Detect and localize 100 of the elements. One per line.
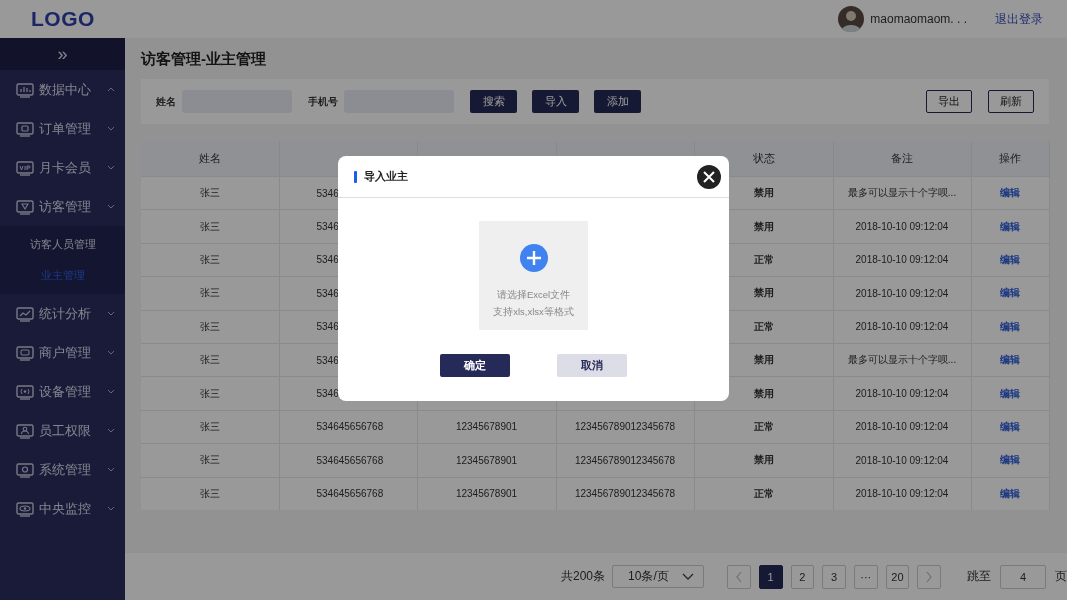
table-cell: 张三 — [141, 276, 279, 311]
cancel-button[interactable]: 取消 — [557, 354, 627, 377]
table-cell: 2018-10-10 09:12:04 — [833, 410, 971, 444]
sidebar-item[interactable]: 中央监控 — [0, 489, 125, 528]
submenu-item[interactable]: 访客人员管理 — [0, 229, 125, 260]
page-button[interactable]: 3 — [822, 564, 846, 589]
table-cell: 123456789012345678 — [556, 410, 694, 444]
table-cell: 12345678901 — [417, 410, 556, 444]
table-cell: 123456789012345678 — [556, 443, 694, 477]
edit-link[interactable]: 编辑 — [1000, 487, 1020, 499]
action-button[interactable]: 搜索 — [470, 90, 517, 113]
table-cell: 正常 — [694, 410, 833, 444]
outline-button[interactable]: 刷新 — [988, 90, 1034, 113]
page-input[interactable]: 4 — [1000, 564, 1047, 589]
upload-hint: 请选择Excel文件 — [496, 288, 571, 302]
table-cell: 534645656768 — [279, 477, 417, 510]
monitor-icon — [16, 120, 34, 137]
table-cell: 最多可以显示十个字呗... — [833, 176, 971, 210]
table-cell: 12345678901 — [417, 477, 556, 510]
action-button[interactable]: 添加 — [594, 90, 641, 113]
table-cell: 123456789012345678 — [556, 477, 694, 510]
total-count: 共200条 — [561, 568, 606, 585]
logout-link[interactable]: 退出登录 — [995, 10, 1043, 28]
monitor-icon — [16, 383, 34, 400]
table-cell: 张三 — [141, 477, 279, 510]
page-title: 访客管理-业主管理 — [141, 49, 267, 69]
table-cell: 2018-10-10 09:12:04 — [833, 477, 971, 510]
page-button[interactable]: ··· — [853, 564, 878, 589]
column-header: 备注 — [833, 141, 971, 177]
monitor-icon — [16, 422, 34, 439]
prev-page-button[interactable] — [727, 564, 751, 589]
sidebar-item[interactable]: 数据中心 — [0, 70, 125, 109]
table-cell: 张三 — [141, 443, 279, 477]
upload-formats: 支持xls,xlsx等格式 — [493, 305, 574, 319]
edit-link[interactable]: 编辑 — [1000, 320, 1020, 332]
table-cell: 张三 — [141, 376, 279, 411]
table-cell: 最多可以显示十个字呗... — [833, 343, 971, 377]
chevron-down-icon — [682, 573, 695, 580]
field-label: 手机号 — [308, 94, 338, 109]
page-button[interactable]: 1 — [758, 564, 783, 589]
table-cell: 张三 — [141, 343, 279, 377]
plus-icon — [519, 244, 548, 272]
upload-area[interactable]: 请选择Excel文件 支持xls,xlsx等格式 — [479, 221, 588, 330]
sidebar-item[interactable]: 员工权限 — [0, 411, 125, 450]
table-cell: 534645656768 — [279, 443, 417, 477]
sidebar-item[interactable]: 订单管理 — [0, 109, 125, 148]
field-label: 姓名 — [156, 94, 176, 109]
edit-link[interactable]: 编辑 — [1000, 187, 1020, 199]
table-cell: 2018-10-10 09:12:04 — [833, 310, 971, 344]
table-cell: 2018-10-10 09:12:04 — [833, 209, 971, 244]
title-marker — [354, 170, 357, 183]
outline-button[interactable]: 导出 — [926, 90, 972, 113]
table-cell: 张三 — [141, 243, 279, 277]
edit-link[interactable]: 编辑 — [1000, 354, 1020, 366]
sidebar-item[interactable]: 系统管理 — [0, 450, 125, 489]
chevron-right-icon — [925, 570, 934, 583]
page-size-select[interactable]: 10条/页 — [612, 565, 705, 588]
edit-link[interactable]: 编辑 — [1000, 287, 1020, 299]
next-page-button[interactable] — [917, 564, 942, 589]
confirm-button[interactable]: 确定 — [440, 354, 510, 377]
user-name: maomaomaom. . . — [870, 12, 967, 26]
table-cell: 2018-10-10 09:12:04 — [833, 243, 971, 277]
page-button[interactable]: 20 — [885, 564, 910, 589]
monitor-icon — [16, 159, 34, 176]
table-cell: 张三 — [141, 310, 279, 344]
table-cell: 2018-10-10 09:12:04 — [833, 443, 971, 477]
page-suffix: 页 — [1055, 568, 1067, 585]
table-cell: 2018-10-10 09:12:04 — [833, 376, 971, 411]
sidebar-item[interactable]: 月卡会员 — [0, 148, 125, 187]
monitor-icon — [16, 305, 34, 322]
expand-toggle[interactable]: » — [0, 38, 125, 70]
column-header: 姓名 — [141, 141, 279, 177]
edit-link[interactable]: 编辑 — [1000, 454, 1020, 466]
edit-link[interactable]: 编辑 — [1000, 420, 1020, 432]
monitor-icon — [16, 344, 34, 361]
monitor-icon — [16, 461, 34, 478]
avatar — [838, 6, 865, 32]
edit-link[interactable]: 编辑 — [1000, 220, 1020, 232]
table-cell: 张三 — [141, 176, 279, 210]
sidebar-item[interactable]: 访客管理 — [0, 187, 125, 226]
jump-label: 跳至 — [967, 568, 992, 585]
close-button[interactable] — [697, 164, 721, 189]
table-cell: 2018-10-10 09:12:04 — [833, 276, 971, 311]
sidebar-item[interactable]: 统计分析 — [0, 294, 125, 333]
sidebar-item[interactable]: 商户管理 — [0, 333, 125, 372]
logo: LOGO — [31, 7, 95, 31]
edit-link[interactable]: 编辑 — [1000, 387, 1020, 399]
table-cell: 禁用 — [694, 443, 833, 477]
sidebar-item[interactable]: 设备管理 — [0, 372, 125, 411]
close-icon — [697, 164, 721, 189]
monitor-icon — [16, 500, 34, 517]
edit-link[interactable]: 编辑 — [1000, 253, 1020, 265]
page-button[interactable]: 2 — [790, 564, 815, 589]
table-cell: 张三 — [141, 410, 279, 444]
table-cell: 张三 — [141, 209, 279, 244]
table-cell: 12345678901 — [417, 443, 556, 477]
action-button[interactable]: 导入 — [532, 90, 579, 113]
table-cell: 正常 — [694, 477, 833, 510]
chevron-left-icon — [734, 570, 743, 583]
monitor-icon — [16, 198, 34, 215]
